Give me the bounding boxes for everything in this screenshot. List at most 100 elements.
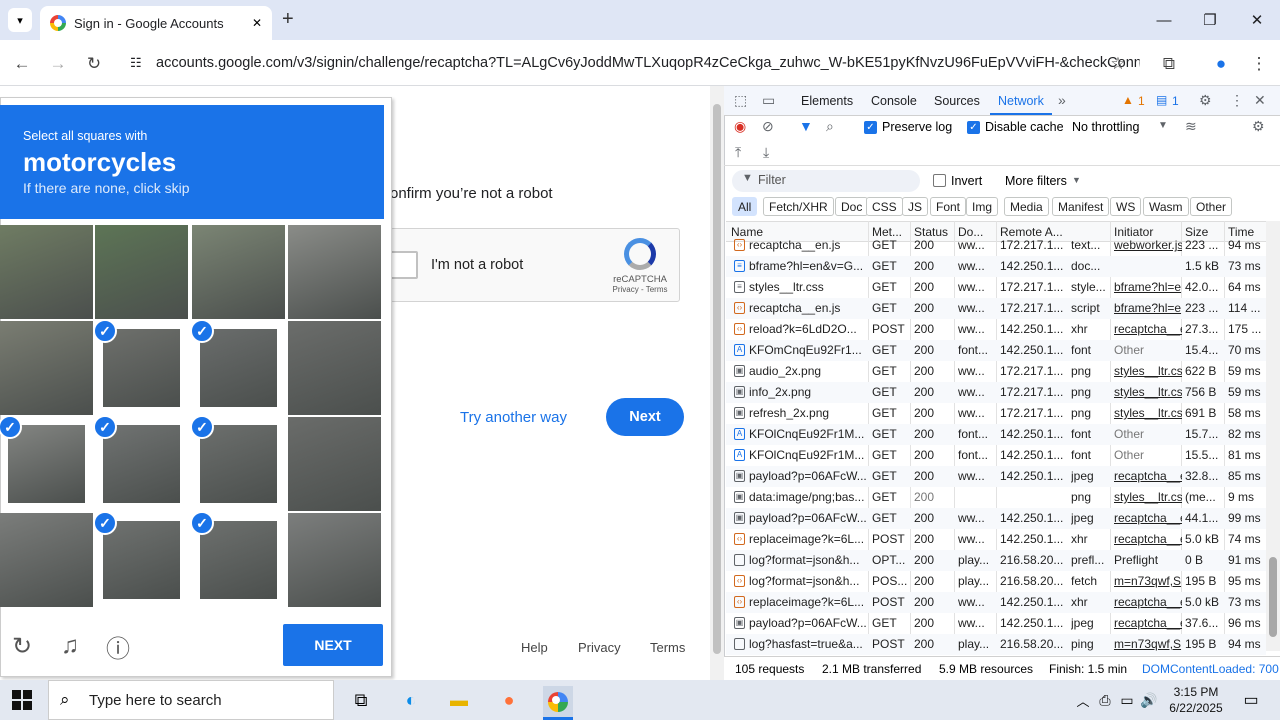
- export-har-icon[interactable]: ⤓: [763, 144, 769, 161]
- table-row[interactable]: A KFOmCnqEu92Fr1... GET 200 font... 142.250.1…: [726, 340, 1266, 361]
- network-conditions-icon[interactable]: ≋: [1185, 118, 1197, 135]
- more-filters-chevron-icon[interactable]: ▼: [1072, 175, 1081, 185]
- captcha-tile[interactable]: [0, 321, 93, 415]
- recaptcha-checkbox[interactable]: [388, 251, 418, 279]
- table-row[interactable]: A KFOlCnqEu92Fr1M... GET 200 font... 142.250.…: [726, 445, 1266, 466]
- firefox-icon[interactable]: ●: [494, 686, 524, 714]
- tab-sources[interactable]: Sources: [934, 94, 980, 108]
- preserve-log-checkbox[interactable]: ✓: [864, 121, 877, 134]
- tab-search-button[interactable]: ▾: [8, 8, 32, 32]
- cell-initiator[interactable]: Other: [1114, 427, 1182, 441]
- chrome-taskbar-icon[interactable]: [543, 686, 573, 720]
- profile-avatar-icon[interactable]: ●: [1207, 50, 1235, 78]
- restore-button[interactable]: ❐: [1187, 0, 1233, 40]
- cell-initiator[interactable]: bframe?hl=e: [1114, 280, 1182, 294]
- type-filter-all[interactable]: All: [732, 197, 758, 216]
- footer-privacy-link[interactable]: Privacy: [578, 640, 621, 655]
- forward-icon[interactable]: →: [44, 50, 72, 78]
- cell-initiator[interactable]: styles__ltr.css: [1114, 406, 1182, 420]
- type-filter-other[interactable]: Other: [1190, 197, 1233, 216]
- table-row[interactable]: ▣ payload?p=06AFcW... GET 200 ww... 142.250.1…: [726, 508, 1266, 529]
- captcha-tile[interactable]: [8, 425, 85, 503]
- type-filter-img[interactable]: Img: [966, 197, 999, 216]
- cell-initiator[interactable]: Other: [1114, 448, 1182, 462]
- cell-initiator[interactable]: styles__ltr.css: [1114, 385, 1182, 399]
- captcha-next-button[interactable]: NEXT: [283, 624, 383, 666]
- cell-initiator[interactable]: recaptcha__e: [1114, 532, 1182, 546]
- page-scrollbar[interactable]: [710, 86, 724, 680]
- captcha-tile[interactable]: [0, 513, 93, 607]
- site-info-icon[interactable]: ☷: [130, 55, 142, 71]
- table-row[interactable]: log?hasfast=true&a... POST 200 play... 216.5…: [726, 634, 1266, 655]
- type-filter-doc[interactable]: Doc: [835, 197, 869, 216]
- address-bar[interactable]: ☷ accounts.google.com/v3/signin/challeng…: [118, 46, 1140, 80]
- table-row[interactable]: ▣ refresh_2x.png GET 200 ww... 172.217.1... pn…: [726, 403, 1266, 424]
- table-row[interactable]: ‹› recaptcha__en.js GET 200 ww... 172.217.1..…: [726, 298, 1266, 319]
- cell-initiator[interactable]: recaptcha__e: [1114, 511, 1182, 525]
- type-filter-js[interactable]: JS: [902, 197, 929, 216]
- table-row[interactable]: ▣ payload?p=06AFcW... GET 200 ww... 142.250.1…: [726, 466, 1266, 487]
- captcha-tile[interactable]: [288, 417, 381, 511]
- tab-elements[interactable]: Elements: [801, 94, 853, 108]
- type-filter-font[interactable]: Font: [930, 197, 967, 216]
- filter-funnel-icon[interactable]: ▼: [799, 118, 813, 134]
- table-row[interactable]: ▣ audio_2x.png GET 200 ww... 172.217.1... png s…: [726, 361, 1266, 382]
- disable-cache-checkbox[interactable]: ✓: [967, 121, 980, 134]
- search-icon[interactable]: ⌕: [826, 118, 834, 135]
- captcha-tile[interactable]: [103, 425, 180, 503]
- captcha-tile[interactable]: [200, 521, 277, 599]
- try-another-way-link[interactable]: Try another way: [460, 409, 567, 426]
- captcha-tile[interactable]: [192, 225, 285, 319]
- devtools-menu-icon[interactable]: ⋮: [1230, 92, 1244, 109]
- cell-initiator[interactable]: styles__ltr.css: [1114, 490, 1182, 504]
- captcha-tile[interactable]: [200, 425, 277, 503]
- captcha-tile[interactable]: [95, 225, 188, 319]
- captcha-tile[interactable]: [200, 329, 277, 407]
- device-toolbar-icon[interactable]: ▭: [762, 92, 775, 109]
- message-icon[interactable]: ▤: [1156, 93, 1167, 107]
- table-row[interactable]: ‹› recaptcha__en.js GET 200 ww... 172.217.1..…: [726, 235, 1266, 256]
- table-row[interactable]: ▣ info_2x.png GET 200 ww... 172.217.1... png st…: [726, 382, 1266, 403]
- captcha-tile[interactable]: [103, 329, 180, 407]
- inspect-element-icon[interactable]: ⬚: [734, 92, 747, 109]
- cell-initiator[interactable]: m=n73qwf,S: [1114, 574, 1182, 588]
- invert-checkbox[interactable]: [933, 174, 946, 187]
- type-filter-css[interactable]: CSS: [866, 197, 903, 216]
- clear-icon[interactable]: ⊘: [762, 118, 774, 135]
- recaptcha-links[interactable]: Privacy - Terms: [612, 285, 668, 294]
- cell-initiator[interactable]: webworker.js: [1114, 238, 1182, 252]
- settings-gear-icon[interactable]: ⚙: [1199, 92, 1212, 109]
- type-filter-manifest[interactable]: Manifest: [1052, 197, 1110, 216]
- throttling-chevron-icon[interactable]: ▼: [1158, 120, 1168, 131]
- bookmark-star-icon[interactable]: ☆: [1104, 50, 1132, 78]
- captcha-tile[interactable]: [288, 321, 381, 415]
- close-tab-icon[interactable]: ✕: [252, 16, 262, 30]
- table-row[interactable]: A KFOlCnqEu92Fr1M... GET 200 font... 142.250.…: [726, 424, 1266, 445]
- record-stop-icon[interactable]: ◉: [734, 118, 746, 135]
- new-tab-button[interactable]: +: [282, 8, 294, 31]
- reload-icon[interactable]: ↻: [80, 50, 108, 78]
- extensions-icon[interactable]: ⧉: [1155, 50, 1183, 78]
- taskbar-search-box[interactable]: Type here to search: [48, 680, 334, 720]
- edge-icon[interactable]: ◐: [396, 686, 426, 714]
- audio-challenge-icon[interactable]: ♫: [56, 632, 84, 660]
- table-row[interactable]: log?format=json&h... OPT... 200 play... 216.…: [726, 550, 1266, 571]
- notifications-icon[interactable]: ▭: [1236, 686, 1266, 714]
- type-filter-fetchxhr[interactable]: Fetch/XHR: [763, 197, 834, 216]
- footer-help-link[interactable]: Help: [521, 640, 548, 655]
- table-row[interactable]: ‹› reload?k=6LdD2O... POST 200 ww... 142.250.…: [726, 319, 1266, 340]
- cell-initiator[interactable]: recaptcha__e: [1114, 322, 1182, 336]
- back-icon[interactable]: ←: [8, 50, 36, 78]
- more-tabs-icon[interactable]: »: [1058, 92, 1066, 108]
- reload-challenge-icon[interactable]: ↻: [8, 632, 36, 660]
- next-button[interactable]: Next: [606, 398, 684, 436]
- table-row[interactable]: ≡ bframe?hl=en&v=G... GET 200 ww... 142.250.1…: [726, 256, 1266, 277]
- table-row[interactable]: ‹› replaceimage?k=6L... POST 200 ww... 142.25…: [726, 529, 1266, 550]
- minimize-button[interactable]: —: [1141, 0, 1187, 40]
- browser-tab[interactable]: Sign in - Google Accounts ✕: [40, 6, 272, 40]
- more-filters-dropdown[interactable]: More filters: [1005, 174, 1067, 188]
- table-row[interactable]: ‹› log?format=json&h... POS... 200 play... 21…: [726, 571, 1266, 592]
- close-devtools-icon[interactable]: ✕: [1254, 92, 1266, 109]
- cell-initiator[interactable]: Preflight: [1114, 553, 1182, 567]
- cell-initiator[interactable]: recaptcha__e: [1114, 616, 1182, 630]
